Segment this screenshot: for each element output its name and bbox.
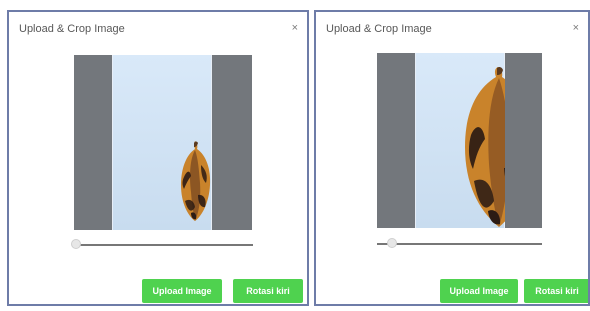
zoom-slider-track [377, 243, 542, 245]
screenshot: Upload & Crop Image × Upload Image Rotas… [0, 0, 590, 311]
crop-selection[interactable] [415, 53, 532, 228]
crop-area[interactable] [74, 55, 252, 230]
close-icon[interactable]: × [292, 22, 298, 34]
rotate-left-button[interactable]: Rotasi kiri [233, 279, 303, 303]
zoom-slider-thumb[interactable] [71, 239, 81, 249]
crop-shade-right [505, 53, 542, 228]
close-icon[interactable]: × [573, 22, 579, 34]
crop-selection[interactable] [112, 55, 212, 230]
dialog-title: Upload & Crop Image [19, 23, 125, 35]
zoom-slider-thumb[interactable] [387, 238, 397, 248]
zoom-slider-track [75, 244, 253, 246]
crop-shade-left [377, 53, 415, 228]
dialog-title: Upload & Crop Image [326, 23, 432, 35]
upload-image-button[interactable]: Upload Image [142, 279, 222, 303]
rotate-left-button[interactable]: Rotasi kiri [524, 279, 588, 303]
crop-shade-right [212, 55, 252, 230]
cocoa-pod-image [181, 141, 211, 221]
upload-crop-dialog: Upload & Crop Image × Upload Image Rotas… [7, 10, 309, 306]
zoom-slider[interactable] [377, 236, 542, 252]
upload-image-button[interactable]: Upload Image [440, 279, 518, 303]
crop-area[interactable] [377, 53, 542, 228]
crop-shade-left [74, 55, 112, 230]
upload-crop-dialog: Upload & Crop Image × Upload Image Rotas… [314, 10, 590, 306]
zoom-slider[interactable] [71, 237, 253, 253]
